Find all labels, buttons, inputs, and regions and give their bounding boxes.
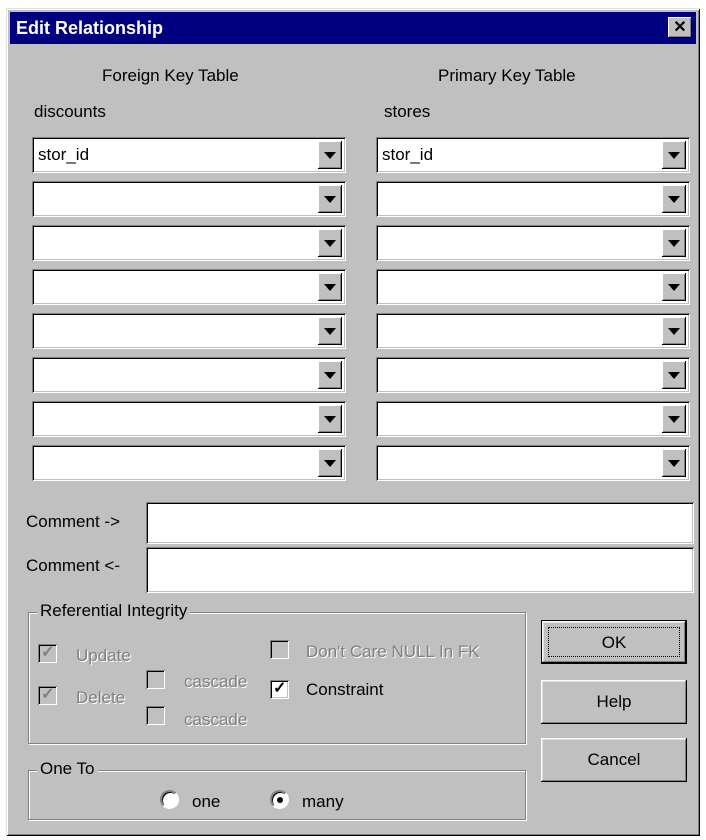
update-label: Update (76, 646, 131, 665)
primary-key-column-select[interactable] (376, 401, 690, 437)
cascade-update-checkbox[interactable] (146, 670, 165, 689)
cancel-label: Cancel (587, 750, 641, 769)
comment-forward-input[interactable] (146, 502, 694, 544)
chevron-down-icon[interactable] (662, 273, 686, 301)
chevron-down-icon[interactable] (662, 229, 686, 257)
radio-many-label: many (302, 792, 344, 811)
help-label: Help (596, 692, 632, 711)
chevron-down-icon[interactable] (318, 449, 342, 477)
chevron-down-icon[interactable] (662, 141, 686, 169)
foreign-key-column-select[interactable] (32, 445, 346, 481)
focus-rect (548, 627, 680, 657)
ok-button[interactable]: OK (541, 620, 687, 664)
chevron-down-icon[interactable] (662, 317, 686, 345)
chevron-down-icon[interactable] (662, 405, 686, 433)
foreign-key-column-select[interactable] (32, 313, 346, 349)
close-icon[interactable]: ✕ (668, 17, 692, 38)
chevron-down-icon[interactable] (318, 141, 342, 169)
delete-checkbox[interactable]: ✓ (38, 686, 57, 705)
primary-key-column-select[interactable] (376, 313, 690, 349)
comment-forward-label: Comment -> (26, 512, 120, 531)
one-to-title: One To (37, 759, 98, 779)
foreign-key-column-select[interactable]: stor_id (32, 137, 346, 173)
chevron-down-icon[interactable] (662, 449, 686, 477)
foreign-key-column-select[interactable] (32, 181, 346, 217)
chevron-down-icon[interactable] (318, 229, 342, 257)
dont-care-null-label: Don't Care NULL In FK (306, 642, 480, 661)
check-icon: ✓ (273, 680, 287, 697)
foreign-key-column-select[interactable] (32, 225, 346, 261)
window-title: Edit Relationship (16, 18, 164, 38)
foreign-table-name: discounts (34, 102, 106, 121)
primary-key-column-select[interactable] (376, 269, 690, 305)
check-icon: ✓ (41, 686, 55, 703)
update-checkbox[interactable]: ✓ (38, 644, 57, 663)
constraint-checkbox[interactable]: ✓ (270, 680, 289, 699)
primary-key-column-select[interactable] (376, 181, 690, 217)
radio-many[interactable] (270, 790, 289, 809)
chevron-down-icon[interactable] (662, 185, 686, 213)
foreign-key-column-select[interactable] (32, 357, 346, 393)
foreign-key-column-value: stor_id (38, 145, 90, 164)
chevron-down-icon[interactable] (318, 185, 342, 213)
chevron-down-icon[interactable] (318, 273, 342, 301)
delete-label: Delete (76, 688, 126, 707)
primary-key-column-select[interactable] (376, 225, 690, 261)
chevron-down-icon[interactable] (662, 361, 686, 389)
constraint-label: Constraint (306, 680, 384, 699)
primary-key-column-select[interactable]: stor_id (376, 137, 690, 173)
primary-key-column-value: stor_id (382, 145, 434, 164)
check-icon: ✓ (41, 644, 55, 661)
comment-backward-label: Comment <- (26, 556, 120, 575)
cascade-delete-label: cascade (184, 710, 248, 729)
primary-key-column-select[interactable] (376, 445, 690, 481)
radio-selected-dot (277, 797, 283, 803)
title-bar[interactable]: Edit Relationship ✕ (10, 12, 696, 44)
comment-backward-input[interactable] (146, 547, 694, 593)
foreign-key-column-select[interactable] (32, 401, 346, 437)
cascade-update-label: cascade (184, 672, 248, 691)
cancel-button[interactable]: Cancel (541, 738, 687, 782)
chevron-down-icon[interactable] (318, 317, 342, 345)
radio-one[interactable] (160, 790, 179, 809)
primary-table-name: stores (384, 102, 431, 121)
primary-key-table-header: Primary Key Table (438, 66, 576, 85)
chevron-down-icon[interactable] (318, 361, 342, 389)
foreign-key-column-select[interactable] (32, 269, 346, 305)
radio-one-label: one (192, 792, 221, 811)
help-button[interactable]: Help (541, 680, 687, 724)
foreign-key-table-header: Foreign Key Table (102, 66, 239, 85)
chevron-down-icon[interactable] (318, 405, 342, 433)
referential-integrity-title: Referential Integrity (37, 601, 191, 621)
cascade-delete-checkbox[interactable] (146, 706, 165, 725)
primary-key-column-select[interactable] (376, 357, 690, 393)
dont-care-null-checkbox[interactable] (270, 640, 289, 659)
